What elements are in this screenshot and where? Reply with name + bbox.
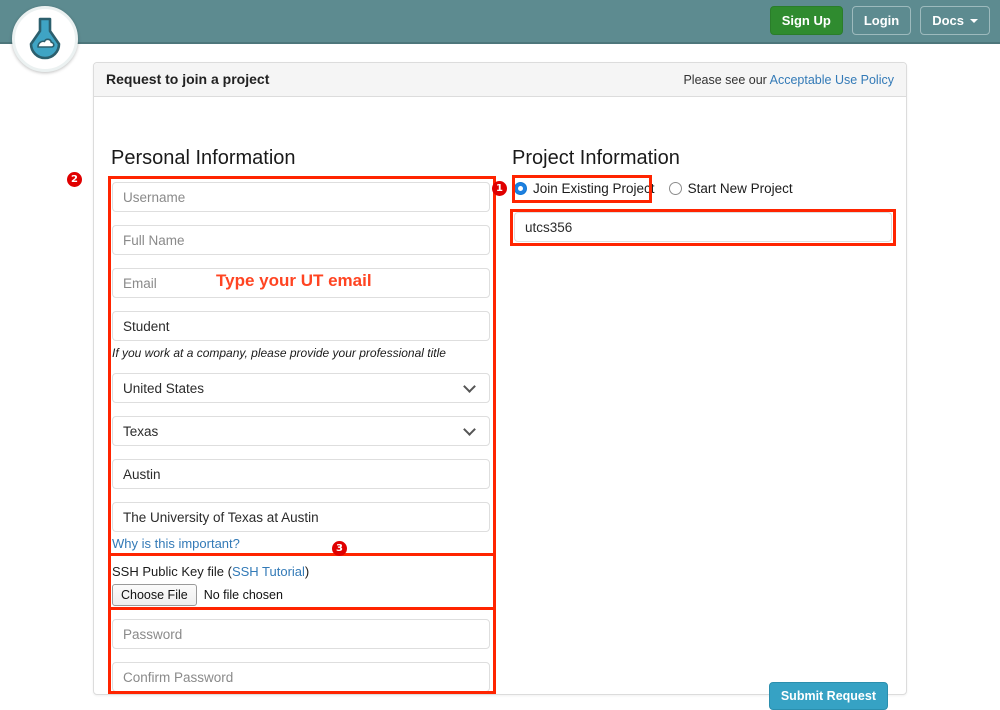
radio-unselected-icon — [669, 182, 682, 195]
radio-selected-icon — [514, 182, 527, 195]
chevron-down-icon — [970, 19, 978, 23]
docs-button[interactable]: Docs — [920, 6, 990, 35]
password-input[interactable] — [112, 619, 490, 649]
page-title: Request to join a project — [106, 71, 269, 87]
ssh-file-row: Choose File No file chosen — [112, 584, 283, 606]
personal-information-heading: Personal Information — [111, 147, 296, 170]
email-input[interactable] — [112, 268, 490, 298]
policy-note-prefix: Please see our — [683, 73, 769, 87]
title-hint: If you work at a company, please provide… — [112, 346, 446, 360]
fullname-input[interactable] — [112, 225, 490, 255]
radio-join-existing-project-label: Join Existing Project — [533, 181, 655, 196]
signup-button[interactable]: Sign Up — [770, 6, 843, 35]
country-select-wrapper[interactable] — [112, 373, 490, 403]
project-name-input[interactable] — [514, 212, 892, 242]
login-button-label: Login — [864, 14, 899, 27]
file-status-label: No file chosen — [204, 588, 283, 602]
title-input[interactable] — [112, 311, 490, 341]
ssh-tutorial-link[interactable]: SSH Tutorial — [232, 564, 305, 579]
ssh-key-label: SSH Public Key file (SSH Tutorial) — [112, 564, 309, 579]
state-select-wrapper[interactable] — [112, 416, 490, 446]
panel-header: Request to join a project Please see our… — [94, 63, 906, 97]
nav-actions: Sign Up Login Docs — [770, 6, 990, 35]
policy-note: Please see our Acceptable Use Policy — [683, 73, 894, 87]
annotation-marker-2: 2 — [67, 172, 82, 187]
project-information-heading: Project Information — [512, 147, 680, 170]
flask-cloud-logo-icon — [24, 16, 66, 62]
acceptable-use-policy-link[interactable]: Acceptable Use Policy — [770, 73, 894, 87]
submit-request-button[interactable]: Submit Request — [769, 682, 888, 710]
site-logo[interactable] — [12, 6, 78, 72]
project-mode-radio-group: Join Existing Project Start New Project — [514, 181, 793, 196]
radio-join-existing-project[interactable]: Join Existing Project — [514, 181, 655, 196]
country-select[interactable] — [112, 373, 490, 403]
city-input[interactable] — [112, 459, 490, 489]
confirm-password-input[interactable] — [112, 662, 490, 692]
radio-start-new-project[interactable]: Start New Project — [669, 181, 793, 196]
signup-button-label: Sign Up — [782, 14, 831, 27]
why-important-link[interactable]: Why is this important? — [112, 536, 240, 551]
state-select[interactable] — [112, 416, 490, 446]
docs-button-label: Docs — [932, 14, 964, 27]
panel-body: Personal Information If you work at a co… — [94, 97, 906, 695]
institution-input[interactable] — [112, 502, 490, 532]
request-panel: Request to join a project Please see our… — [93, 62, 907, 695]
login-button[interactable]: Login — [852, 6, 911, 35]
ssh-key-label-suffix: ) — [305, 564, 309, 579]
annotation-marker-3: 3 — [332, 541, 347, 556]
username-input[interactable] — [112, 182, 490, 212]
annotation-marker-1: 1 — [492, 181, 507, 196]
choose-file-button[interactable]: Choose File — [112, 584, 197, 606]
top-navbar: Sign Up Login Docs — [0, 0, 1000, 44]
radio-start-new-project-label: Start New Project — [688, 181, 793, 196]
ssh-key-label-prefix: SSH Public Key file ( — [112, 564, 232, 579]
